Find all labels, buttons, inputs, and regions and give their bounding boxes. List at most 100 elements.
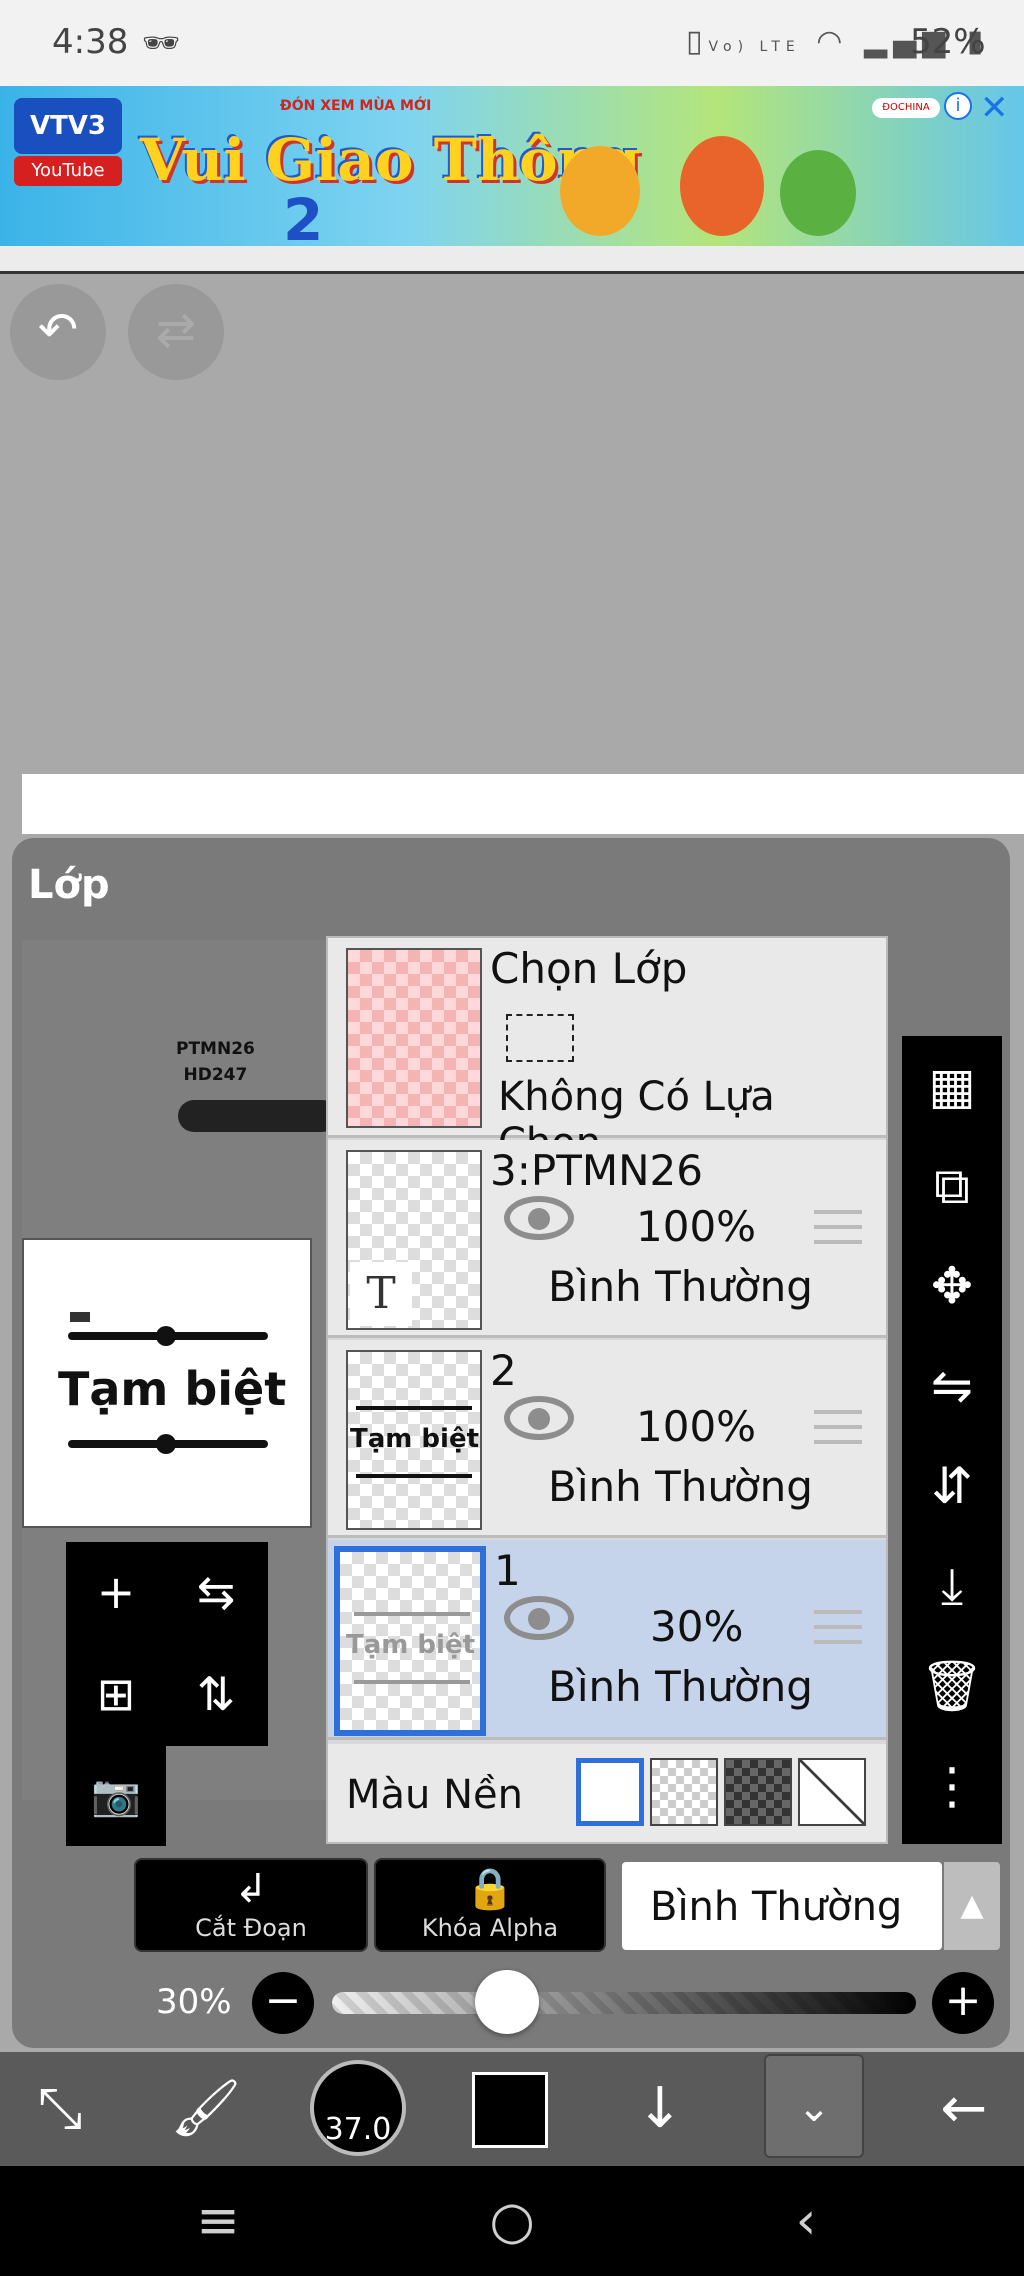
bg-white-swatch[interactable] <box>576 1758 644 1826</box>
camera-icon: 📷 <box>91 1773 141 1819</box>
preview-dot <box>156 1434 176 1454</box>
selection-layer-row[interactable]: Chọn Lớp Không Có Lựa Chọn <box>328 938 886 1166</box>
blend-mode-select[interactable]: Bình Thường <box>622 1862 942 1950</box>
canvas-page[interactable] <box>22 774 1024 834</box>
color-picker-button[interactable] <box>472 2072 548 2148</box>
status-time: 4:38 <box>52 22 129 62</box>
selection-layer-name: Chọn Lớp <box>490 944 688 993</box>
layer-side-tools: + ⇆ ⊞ ⇅ <box>66 1542 268 1746</box>
layer-opacity: 30% <box>650 1602 744 1651</box>
clipping-label: Cắt Đoạn <box>195 1914 307 1942</box>
background-color-label: Màu Nền <box>346 1772 523 1818</box>
opacity-label: 30% <box>156 1982 232 2022</box>
ad-brand-badge: ĐOCHINA <box>872 98 940 118</box>
add-special-layer-button[interactable]: ⊞ <box>66 1644 166 1744</box>
ad-tagline: ĐÓN XEM MÙA MỚI <box>280 98 432 114</box>
flip-horizontal-button[interactable]: ⇆ <box>166 1542 266 1642</box>
camera-button[interactable]: 📷 <box>66 1746 166 1846</box>
ad-character-icon <box>560 146 640 236</box>
transform-layer-icon[interactable]: ⧉ <box>902 1136 1002 1236</box>
flip-horizontal-icon[interactable]: ⇋ <box>902 1336 1002 1436</box>
drag-handle-icon[interactable] <box>814 1210 862 1244</box>
layer-thumbnail: T <box>346 1150 482 1330</box>
preview-small-text-mark <box>70 1312 90 1322</box>
add-layer-button[interactable]: + <box>66 1542 166 1642</box>
thumb-line <box>356 1406 472 1410</box>
canvas-text-line1: PTMN26 <box>176 1039 255 1059</box>
visibility-eye-icon[interactable] <box>504 1596 574 1640</box>
layer-name: 3:PTMN26 <box>490 1146 703 1195</box>
chevron-up-icon[interactable]: ▲ <box>944 1862 1000 1950</box>
thumb-text: Tạm biệt <box>346 1630 476 1660</box>
thumb-line <box>356 1474 472 1478</box>
background-color-row: Màu Nền <box>328 1744 886 1842</box>
preview-text: Tạm biệt <box>58 1362 287 1416</box>
flip-vertical-button[interactable]: ⇅ <box>166 1644 266 1744</box>
visibility-eye-icon[interactable] <box>504 1196 574 1240</box>
bg-none-swatch[interactable] <box>798 1758 866 1826</box>
alpha-lock-label: Khóa Alpha <box>421 1914 559 1942</box>
clip-arrow-icon: ↲ <box>234 1866 268 1912</box>
clipping-button[interactable]: ↲ Cắt Đoạn <box>134 1858 368 1952</box>
layers-button[interactable]: ⌄ <box>764 2054 864 2158</box>
thumb-line <box>354 1680 470 1684</box>
thumb-line <box>354 1612 470 1616</box>
brush-size-button[interactable]: 37.0 <box>310 2060 406 2156</box>
layer-thumbnail: Tạm biệt <box>334 1546 486 1736</box>
back-icon[interactable]: ‹ <box>746 2166 866 2276</box>
merge-down-icon[interactable]: ⤓ <box>902 1536 1002 1636</box>
volte-label: Vo) LTE <box>708 39 801 55</box>
layer-right-tools: ▦ ⧉ ✥ ⇋ ⇵ ⤓ 🗑 ⋮ <box>902 1036 1002 1844</box>
layer-row[interactable]: T 3:PTMN26 100% Bình Thường <box>328 1140 886 1338</box>
ad-info-icon[interactable]: i <box>944 92 972 120</box>
canvas-text-line2: HD247 <box>183 1065 248 1085</box>
layer-opacity: 100% <box>636 1202 757 1251</box>
opacity-slider-knob[interactable] <box>475 1970 539 2034</box>
recent-apps-icon[interactable]: ≡ <box>158 2166 278 2276</box>
text-layer-icon: T <box>350 1262 412 1326</box>
layer-blend-mode: Bình Thường <box>548 1462 813 1511</box>
flip-vertical-icon[interactable]: ⇵ <box>902 1436 1002 1536</box>
ad-banner[interactable]: VTV3 YouTube ĐÓN XEM MÙA MỚI Vui Giao Th… <box>0 86 1024 246</box>
opacity-decrease-button[interactable]: − <box>252 1972 314 2034</box>
drag-handle-icon[interactable] <box>814 1610 862 1644</box>
system-nav-bar: ≡ ○ ‹ <box>0 2166 1024 2276</box>
ad-number: 2 <box>283 186 324 246</box>
home-icon[interactable]: ○ <box>452 2166 572 2276</box>
checker-transparent-icon[interactable]: ▦ <box>902 1036 1002 1136</box>
layer-row[interactable]: Tạm biệt 2 100% Bình Thường <box>328 1340 886 1538</box>
divider <box>0 246 1024 274</box>
redo-button[interactable]: ⇄ <box>128 284 224 380</box>
drag-handle-icon[interactable] <box>814 1410 862 1444</box>
incognito-icon: 🕶 <box>142 26 181 61</box>
bg-transparent-swatch[interactable] <box>650 1758 718 1826</box>
trash-icon[interactable]: 🗑 <box>902 1636 1002 1736</box>
battery-level: 52% <box>910 22 986 62</box>
layer-row-selected[interactable]: Tạm biệt 1 30% Bình Thường <box>328 1540 886 1740</box>
more-vertical-icon[interactable]: ⋮ <box>902 1736 1002 1836</box>
ad-close-icon[interactable]: ✕ <box>980 88 1009 128</box>
alpha-lock-button[interactable]: 🔒 Khóa Alpha <box>374 1858 606 1952</box>
layer-name: 1 <box>494 1546 521 1595</box>
canvas-text: PTMN26 HD247 <box>176 1036 255 1088</box>
transform-tool-icon[interactable]: ⤡ <box>0 2052 120 2166</box>
down-arrow-icon[interactable]: ↓ <box>600 2052 720 2166</box>
layer-blend-mode: Bình Thường <box>548 1662 813 1711</box>
move-icon[interactable]: ✥ <box>902 1236 1002 1336</box>
status-bar: 4:38 🕶 ▯Vo) LTE ◠ ▂▄▆ ▮ 52% <box>0 0 1024 86</box>
selection-thumbnail <box>346 948 482 1128</box>
layer-name: 2 <box>490 1346 517 1395</box>
ad-youtube-badge: YouTube <box>14 156 122 186</box>
preview-dot <box>156 1326 176 1346</box>
undo-button[interactable]: ↶ <box>10 284 106 380</box>
lock-icon: 🔒 <box>465 1866 515 1912</box>
opacity-slider[interactable] <box>332 1992 916 2014</box>
visibility-eye-icon[interactable] <box>504 1396 574 1440</box>
layer-opacity: 100% <box>636 1402 757 1451</box>
bg-dark-checker-swatch[interactable] <box>724 1758 792 1826</box>
opacity-increase-button[interactable]: + <box>932 1972 994 2034</box>
canvas-preview[interactable]: Tạm biệt <box>22 1238 312 1528</box>
back-arrow-icon[interactable]: ← <box>904 2052 1024 2166</box>
brush-tool-icon[interactable]: 🖌 <box>146 2052 266 2166</box>
canvas-bar <box>178 1100 338 1132</box>
